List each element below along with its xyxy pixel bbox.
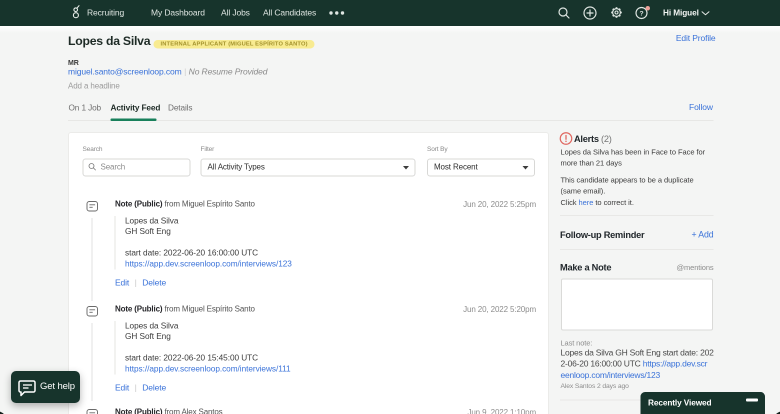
svg-text:?: ? [639, 11, 643, 18]
